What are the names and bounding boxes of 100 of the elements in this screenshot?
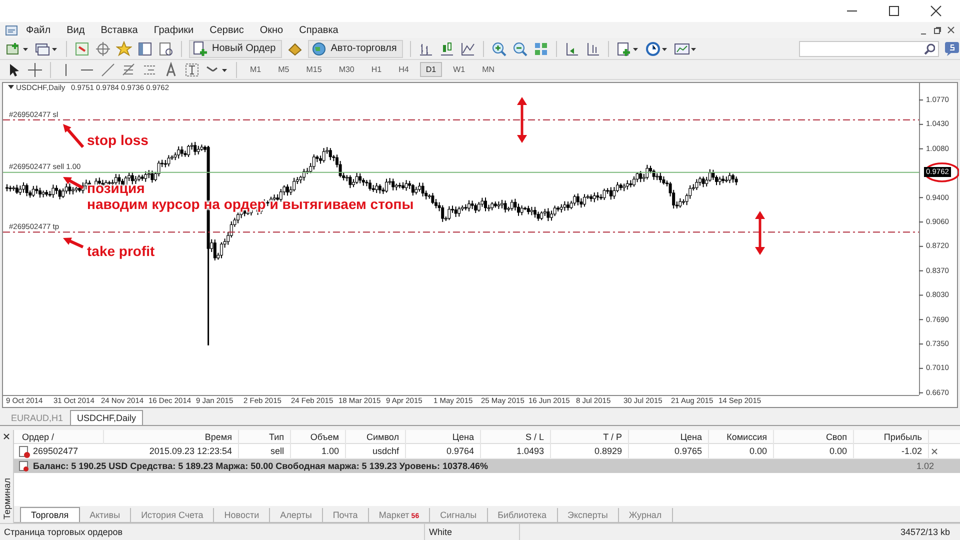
chart-tab[interactable]: USDCHF,Daily bbox=[70, 410, 144, 425]
status-text: Страница торговых ордеров bbox=[0, 524, 425, 540]
line-chart-icon[interactable] bbox=[460, 40, 476, 56]
annotation-text: stop loss bbox=[87, 132, 148, 148]
chart-shift-icon[interactable] bbox=[564, 40, 580, 56]
double-arrow bbox=[755, 211, 765, 255]
terminal-tab[interactable]: Почта bbox=[322, 508, 369, 522]
menu-item[interactable]: Вставка bbox=[92, 24, 146, 36]
chat-icon[interactable] bbox=[944, 40, 960, 56]
tester-icon[interactable] bbox=[158, 40, 174, 56]
terminal-tab[interactable]: Активы bbox=[80, 508, 132, 522]
menu-item[interactable]: Сервис bbox=[202, 24, 252, 36]
menu-item[interactable]: Вид bbox=[58, 24, 93, 36]
profiles-icon[interactable] bbox=[35, 40, 59, 56]
timeframe-button[interactable]: D1 bbox=[420, 62, 442, 77]
restore-icon[interactable] bbox=[932, 25, 942, 35]
tile-windows-icon[interactable] bbox=[532, 40, 549, 56]
new-order-button[interactable]: Новый Ордер bbox=[189, 40, 282, 58]
arrow bbox=[63, 238, 84, 248]
maximize-icon[interactable] bbox=[886, 3, 902, 19]
search-icon bbox=[923, 42, 935, 54]
table-cell: sell bbox=[239, 444, 291, 458]
panel-title: Терминал bbox=[2, 478, 12, 519]
column-header[interactable]: Тип bbox=[239, 430, 291, 444]
table-cell: 1.00 bbox=[291, 444, 346, 458]
timeframe-button[interactable]: H1 bbox=[365, 62, 388, 77]
new-chart-icon[interactable] bbox=[6, 40, 30, 56]
template-icon[interactable] bbox=[674, 40, 698, 56]
terminal-tab[interactable]: Эксперты bbox=[558, 508, 619, 522]
new-order-icon bbox=[192, 40, 208, 56]
menu-item[interactable]: Файл bbox=[18, 24, 59, 36]
table-cell: 1.0493 bbox=[481, 444, 551, 458]
indicators-icon[interactable] bbox=[616, 40, 640, 56]
total-profit: 1.02 bbox=[916, 461, 935, 471]
column-header[interactable]: Время bbox=[104, 430, 239, 444]
timeframe-button[interactable]: H4 bbox=[392, 62, 415, 77]
auto-trading-button[interactable]: Авто-торговля bbox=[308, 40, 403, 58]
terminal-tab[interactable]: Сигналы bbox=[430, 508, 488, 522]
table-cell: 0.9765 bbox=[629, 444, 709, 458]
terminal-tab[interactable]: Алерты bbox=[270, 508, 323, 522]
fibonacci-icon[interactable] bbox=[121, 62, 137, 78]
column-header[interactable]: Своп bbox=[774, 430, 854, 444]
navigator-icon[interactable] bbox=[95, 40, 111, 56]
auto-scroll-icon[interactable] bbox=[584, 40, 601, 56]
column-header[interactable]: Цена bbox=[629, 430, 709, 444]
timeframe-button[interactable]: M15 bbox=[300, 62, 328, 77]
terminal-window-icon[interactable] bbox=[137, 40, 153, 56]
globe-icon bbox=[310, 40, 327, 56]
text-label-icon[interactable] bbox=[184, 62, 200, 78]
column-header[interactable]: Прибыль bbox=[854, 430, 929, 444]
zoom-in-icon[interactable] bbox=[490, 40, 507, 56]
trend-line-icon[interactable] bbox=[100, 62, 116, 78]
timeframe-button[interactable]: M5 bbox=[272, 62, 296, 77]
account-summary: Баланс: 5 190.25 USD Средства: 5 189.23 Маржа: 50.00 Свободная маржа: 5 139.23 Уровень: 10378.46% bbox=[33, 461, 488, 471]
clock-icon[interactable] bbox=[644, 40, 669, 56]
close-icon[interactable] bbox=[2, 432, 11, 441]
order-icon bbox=[18, 444, 30, 458]
zoom-out-icon[interactable] bbox=[512, 40, 528, 56]
menu-item[interactable]: Справка bbox=[291, 24, 346, 36]
table-cell: 0.00 bbox=[774, 444, 854, 458]
terminal-tab[interactable]: Библиотека bbox=[488, 508, 558, 522]
candlestick-icon[interactable] bbox=[438, 40, 455, 56]
annotation-text: take profit bbox=[87, 243, 155, 259]
table-cell: 0.00 bbox=[709, 444, 774, 458]
column-header[interactable]: Объем bbox=[291, 430, 346, 444]
take-profit-line[interactable] bbox=[3, 232, 920, 233]
status-text: White bbox=[425, 524, 520, 540]
close-icon[interactable] bbox=[946, 25, 956, 35]
table-cell: 0.9764 bbox=[406, 444, 481, 458]
timeframe-button[interactable]: M30 bbox=[332, 62, 360, 77]
search-field[interactable] bbox=[799, 40, 939, 56]
account-icon bbox=[18, 460, 29, 472]
timeframe-button[interactable]: M1 bbox=[244, 62, 268, 77]
column-header[interactable]: T / P bbox=[551, 430, 629, 444]
timeframe-button[interactable]: MN bbox=[476, 62, 501, 77]
app-icon[interactable] bbox=[4, 23, 18, 37]
column-header[interactable]: S / L bbox=[481, 430, 551, 444]
double-arrow bbox=[517, 97, 527, 143]
column-header[interactable]: Символ bbox=[346, 430, 406, 444]
crosshair-icon[interactable] bbox=[27, 62, 43, 78]
menu-item[interactable]: Графики bbox=[146, 24, 202, 36]
timeframe-button[interactable]: W1 bbox=[447, 62, 472, 77]
terminal-tab[interactable]: Журнал bbox=[618, 508, 673, 522]
close-icon[interactable] bbox=[928, 3, 944, 19]
table-cell: 0.8929 bbox=[551, 444, 629, 458]
menu-item[interactable]: Окно bbox=[252, 24, 292, 36]
market-watch-icon[interactable] bbox=[74, 40, 90, 56]
close-icon[interactable] bbox=[929, 446, 940, 456]
column-header[interactable]: Ордер / bbox=[14, 430, 104, 444]
terminal-tab[interactable]: История Счета bbox=[131, 508, 214, 522]
column-header[interactable]: Комиссия bbox=[709, 430, 774, 444]
stop-loss-line[interactable] bbox=[3, 119, 920, 120]
arrow bbox=[63, 177, 84, 190]
dropdown-icon[interactable] bbox=[7, 83, 15, 91]
terminal-tab[interactable]: Торговля bbox=[20, 507, 80, 522]
favorites-icon[interactable] bbox=[116, 40, 132, 56]
column-header[interactable]: Цена bbox=[406, 430, 481, 444]
table-cell: -1.02 bbox=[854, 444, 929, 458]
terminal-tab[interactable]: Новости bbox=[214, 508, 270, 522]
table-cell: usdchf bbox=[346, 444, 406, 458]
